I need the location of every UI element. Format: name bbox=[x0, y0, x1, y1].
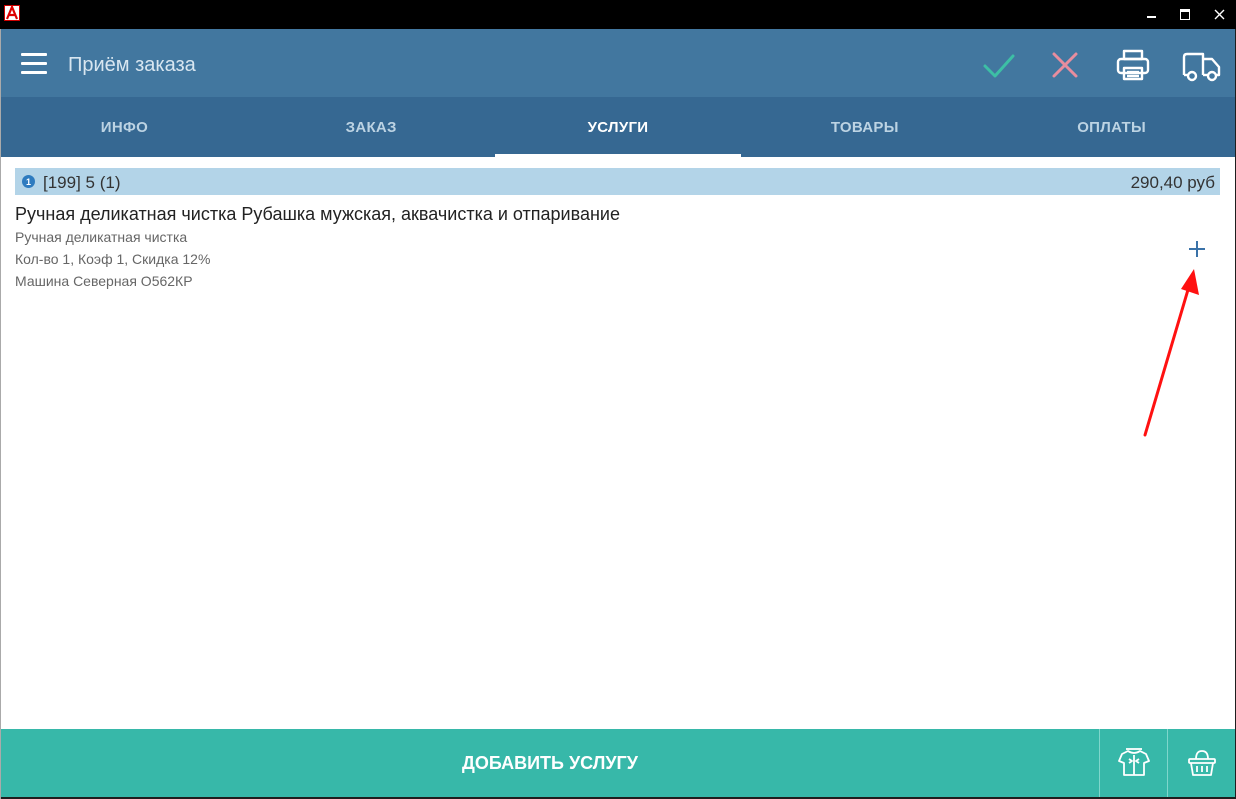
minimize-button[interactable] bbox=[1134, 0, 1168, 29]
service-name: Ручная деликатная чистка Рубашка мужская… bbox=[15, 204, 620, 224]
page-title: Приём заказа bbox=[68, 54, 196, 76]
tab-bar: ИНФО ЗАКАЗ УСЛУГИ ТОВАРЫ ОПЛАТЫ bbox=[1, 97, 1235, 157]
app-logo-icon bbox=[4, 4, 20, 21]
confirm-button[interactable] bbox=[979, 45, 1019, 85]
bottom-bar: ДОБАВИТЬ УСЛУГУ bbox=[1, 729, 1235, 797]
tab-goods[interactable]: ТОВАРЫ bbox=[741, 97, 988, 157]
clothes-button[interactable] bbox=[1099, 729, 1167, 797]
service-quantity-details: Кол-во 1, Коэф 1, Скидка 12% bbox=[15, 251, 211, 267]
basket-button[interactable] bbox=[1167, 729, 1235, 797]
printer-icon bbox=[1116, 49, 1150, 81]
tab-info[interactable]: ИНФО bbox=[1, 97, 248, 157]
plus-icon bbox=[1189, 241, 1205, 257]
add-item-detail-button[interactable] bbox=[1185, 237, 1209, 261]
annotation-arrow bbox=[1143, 269, 1199, 437]
cancel-button[interactable] bbox=[1045, 45, 1085, 85]
title-bar bbox=[0, 0, 1236, 29]
service-machine: Машина Северная О562КР bbox=[15, 273, 193, 289]
close-icon bbox=[1052, 52, 1078, 78]
menu-icon[interactable] bbox=[21, 53, 47, 75]
window-close-button[interactable] bbox=[1202, 0, 1236, 29]
print-button[interactable] bbox=[1113, 45, 1153, 85]
clothes-icon bbox=[1117, 748, 1150, 776]
item-price: 290,40 руб bbox=[1130, 173, 1215, 192]
tab-services[interactable]: УСЛУГИ bbox=[494, 97, 742, 157]
add-service-button[interactable]: ДОБАВИТЬ УСЛУГУ bbox=[1, 729, 1099, 797]
app-window: Приём заказа ИНФО ЗАКАЗ УСЛУГИ ТОВАРЫ ОП… bbox=[1, 29, 1235, 797]
item-number-badge: 1 bbox=[22, 175, 35, 188]
tab-order[interactable]: ЗАКАЗ bbox=[248, 97, 495, 157]
item-id-text: [199] 5 (1) bbox=[43, 173, 121, 192]
maximize-button[interactable] bbox=[1168, 0, 1202, 29]
services-list: 1 [199] 5 (1) 290,40 руб Ручная деликатн… bbox=[1, 157, 1235, 729]
tab-payments[interactable]: ОПЛАТЫ bbox=[988, 97, 1235, 157]
check-icon bbox=[983, 54, 1015, 78]
delivery-button[interactable] bbox=[1181, 45, 1221, 85]
service-item-header[interactable]: 1 [199] 5 (1) 290,40 руб bbox=[15, 168, 1220, 195]
basket-icon bbox=[1187, 750, 1216, 776]
truck-icon bbox=[1182, 52, 1221, 82]
service-type: Ручная деликатная чистка bbox=[15, 229, 188, 245]
app-bar: Приём заказа bbox=[1, 29, 1235, 97]
